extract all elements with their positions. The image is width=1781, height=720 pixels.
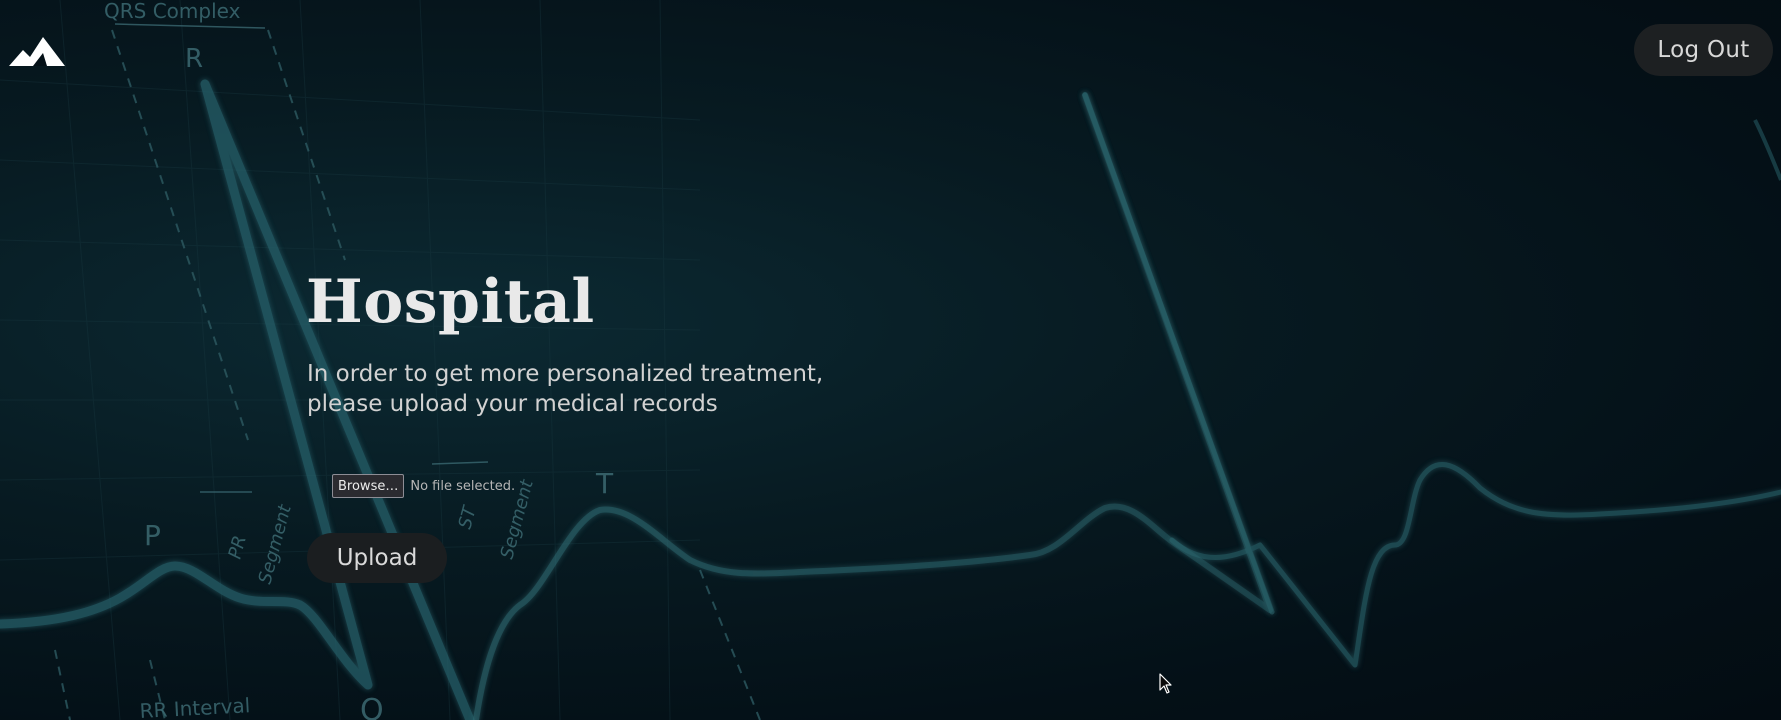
file-input[interactable]: Browse… No file selected.	[332, 474, 515, 498]
subtitle-line-2: please upload your medical records	[307, 391, 718, 417]
subtitle-line-1: In order to get more personalized treatm…	[307, 361, 824, 387]
ecg-trace-right	[1082, 92, 1781, 668]
label-t: T	[595, 467, 614, 500]
label-q: Q	[360, 693, 384, 720]
hospital-upload-page: QRS Complex R P T Q RR Interval PR Segme…	[0, 0, 1781, 720]
mouse-cursor-icon	[1159, 673, 1172, 694]
ecg-trace-top-right	[1753, 119, 1781, 181]
label-pr: PR	[225, 533, 251, 561]
ecg-guide-arrows	[114, 23, 489, 493]
page-title: Hospital	[306, 267, 595, 337]
mountain-logo-icon[interactable]	[9, 33, 65, 67]
logout-button[interactable]: Log Out	[1634, 24, 1773, 76]
page-subtitle: In order to get more personalized treatm…	[307, 359, 907, 419]
file-status-text: No file selected.	[410, 478, 516, 494]
label-r: R	[185, 44, 203, 74]
browse-button[interactable]: Browse…	[332, 474, 405, 498]
label-p: P	[144, 519, 161, 552]
upload-button[interactable]: Upload	[307, 533, 447, 583]
label-pr-segment: Segment	[255, 502, 296, 587]
label-st: ST	[455, 502, 482, 531]
label-qrs-complex: QRS Complex	[104, 0, 241, 23]
label-rr-interval: RR Interval	[139, 693, 251, 720]
